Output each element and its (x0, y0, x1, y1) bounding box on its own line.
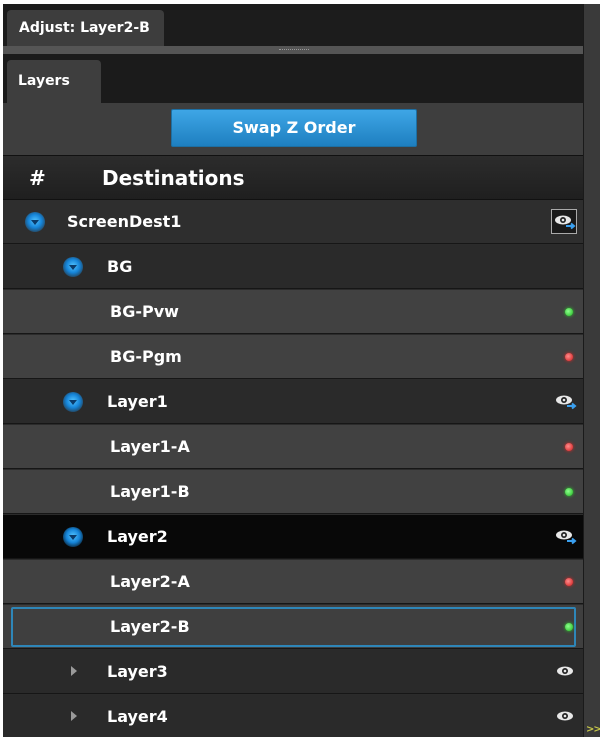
eye-visibility-icon[interactable] (555, 664, 577, 680)
tree-row-layer1-a[interactable]: Layer1-A (3, 425, 583, 469)
swap-z-order-button[interactable]: Swap Z Order (171, 109, 417, 147)
tree-row-label: Layer1-B (110, 482, 190, 501)
layers-tab-bar: Layers (3, 54, 583, 103)
tree-row-layer1[interactable]: Layer1 (3, 380, 583, 424)
splitter-grip-icon (279, 49, 309, 51)
expand-arrow-icon[interactable] (63, 257, 83, 277)
tree-row-label: BG-Pgm (110, 347, 182, 366)
status-green-dot-icon (565, 308, 573, 316)
column-number-header: # (29, 166, 46, 190)
eye-visibility-icon[interactable] (555, 709, 577, 725)
tree-row-layer4[interactable]: Layer4 (3, 695, 583, 737)
tree-row-layer1-b[interactable]: Layer1-B (3, 470, 583, 514)
tree-row-label: Layer3 (107, 662, 168, 681)
tree-row-label: Layer2 (107, 527, 168, 546)
side-collapse-strip[interactable]: >> (583, 4, 600, 737)
tree-row-layer2-b[interactable]: Layer2-B (3, 605, 583, 649)
status-red-dot-icon (565, 578, 573, 586)
expand-arrow-icon[interactable] (25, 212, 45, 232)
selection-frame (11, 607, 576, 647)
eye-visibility-icon[interactable] (551, 209, 577, 234)
layers-toolbar: Swap Z Order (3, 103, 583, 155)
tree-row-layer3[interactable]: Layer3 (3, 650, 583, 694)
tree-row-layer2[interactable]: Layer2 (3, 515, 583, 559)
panel-splitter[interactable] (3, 46, 583, 54)
tree-row-bg-pvw[interactable]: BG-Pvw (3, 290, 583, 334)
eye-visibility-icon[interactable] (555, 529, 577, 545)
status-red-dot-icon (565, 443, 573, 451)
column-destinations-header: Destinations (102, 166, 245, 190)
tree-row-label: Layer2-A (110, 572, 190, 591)
eye-visibility-icon[interactable] (555, 394, 577, 410)
tree-row-label: Layer1-A (110, 437, 190, 456)
status-green-dot-icon (565, 488, 573, 496)
status-green-dot-icon (565, 623, 573, 631)
tree-row-bg[interactable]: BG (3, 245, 583, 289)
tree-row-layer2-a[interactable]: Layer2-A (3, 560, 583, 604)
tree-row-label: Layer1 (107, 392, 168, 411)
expand-arrow-icon[interactable] (63, 392, 83, 412)
tree-row-label: Layer4 (107, 707, 168, 726)
collapse-arrow-icon[interactable] (71, 711, 77, 721)
collapse-arrow-icon[interactable] (71, 666, 77, 676)
status-red-dot-icon (565, 353, 573, 361)
tree-row-label: ScreenDest1 (67, 212, 182, 231)
adjust-tab-bar: Adjust: Layer2-B (3, 4, 583, 46)
tree-row-bg-pgm[interactable]: BG-Pgm (3, 335, 583, 379)
adjust-panel: Adjust: Layer2-B Layers Swap Z Order # D… (3, 4, 583, 737)
tree-row-label: BG-Pvw (110, 302, 179, 321)
expand-arrow-icon[interactable] (63, 527, 83, 547)
tab-layers[interactable]: Layers (7, 60, 101, 103)
tree-row-label: BG (107, 257, 133, 276)
destinations-header: # Destinations (3, 155, 583, 200)
expand-chevron-icon[interactable]: >> (586, 724, 600, 735)
tree-row-label: Layer2-B (110, 617, 190, 636)
adjust-tab[interactable]: Adjust: Layer2-B (7, 10, 164, 46)
tree-row-screendest1[interactable]: ScreenDest1 (3, 200, 583, 244)
